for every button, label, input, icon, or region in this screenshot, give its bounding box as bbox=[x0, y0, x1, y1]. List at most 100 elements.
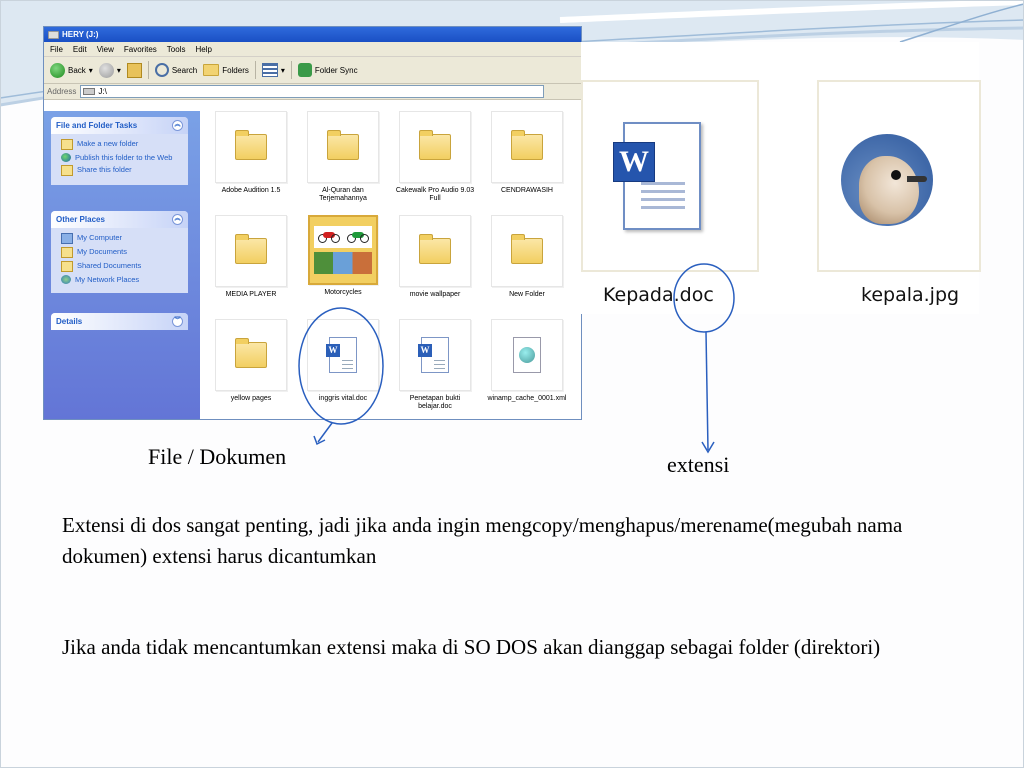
file-folder-tasks-panel: File and Folder Tasks ︽ Make a new folde… bbox=[51, 117, 188, 185]
folder-item[interactable]: Adobe Audition 1.5 bbox=[209, 111, 293, 195]
extension-label: extensi bbox=[667, 452, 730, 477]
paragraph-folder-note: Jika anda tidak mencantumkan extensi mak… bbox=[62, 635, 881, 659]
explorer-content: File and Folder Tasks ︽ Make a new folde… bbox=[44, 111, 581, 419]
file-name: yellow pages bbox=[230, 395, 272, 402]
task-publish-folder[interactable]: Publish this folder to the Web bbox=[61, 153, 182, 162]
file-name: Adobe Audition 1.5 bbox=[221, 187, 281, 194]
folder-item[interactable]: New Folder bbox=[485, 215, 569, 299]
globe-icon bbox=[61, 153, 71, 162]
folder-item[interactable]: CENDRAWASIH bbox=[485, 111, 569, 195]
menu-favorites[interactable]: Favorites bbox=[124, 45, 157, 54]
back-button[interactable]: Back ▾ bbox=[50, 62, 93, 78]
folder-icon bbox=[235, 338, 267, 368]
file-name: movie wallpaper bbox=[409, 291, 461, 298]
folder-icon bbox=[235, 130, 267, 160]
task-make-folder[interactable]: Make a new folder bbox=[61, 139, 182, 150]
search-button[interactable]: Search bbox=[154, 63, 197, 77]
menu-file[interactable]: File bbox=[50, 45, 63, 54]
dropdown-arrow-icon[interactable]: ▾ bbox=[117, 66, 121, 75]
folder-item[interactable]: Cakewalk Pro Audio 9.03 Full bbox=[393, 111, 477, 203]
expand-icon[interactable]: ︾ bbox=[172, 316, 183, 327]
file-item[interactable]: W inggris vital.doc bbox=[301, 319, 385, 403]
word-document-icon: W bbox=[418, 337, 449, 373]
shared-documents-icon bbox=[61, 261, 73, 272]
menu-tools[interactable]: Tools bbox=[167, 45, 186, 54]
up-folder-icon[interactable] bbox=[126, 62, 142, 78]
forward-arrow-icon bbox=[98, 62, 114, 78]
place-label: Shared Documents bbox=[77, 261, 142, 270]
xml-file-icon bbox=[513, 337, 541, 373]
task-share-folder[interactable]: Share this folder bbox=[61, 165, 182, 176]
folder-item[interactable]: Al-Quran dan Terjemahannya bbox=[301, 111, 385, 203]
file-item[interactable]: winamp_cache_0001.xml bbox=[485, 319, 569, 403]
folder-icon bbox=[511, 130, 543, 160]
explorer-window: HERY (J:) File Edit View Favorites Tools… bbox=[43, 26, 582, 420]
menu-help[interactable]: Help bbox=[195, 45, 211, 54]
address-input[interactable]: J:\ bbox=[80, 85, 545, 98]
file-name-kepada-doc: Kepada.doc bbox=[603, 284, 714, 306]
task-label: Publish this folder to the Web bbox=[75, 153, 173, 162]
panel-header[interactable]: File and Folder Tasks ︽ bbox=[51, 117, 188, 134]
place-my-computer[interactable]: My Computer bbox=[61, 233, 182, 244]
file-name: Penetapan bukti belajar.doc bbox=[409, 395, 461, 410]
title-bar: HERY (J:) bbox=[44, 27, 581, 42]
separator bbox=[147, 61, 149, 79]
folder-sync-icon bbox=[297, 63, 312, 77]
file-name: inggris vital.doc bbox=[318, 395, 368, 402]
folder-item[interactable]: yellow pages bbox=[209, 319, 293, 403]
word-file-thumbnail[interactable]: W bbox=[581, 80, 759, 272]
paragraph-extension-importance: Extensi di dos sangat penting, jadi jika… bbox=[62, 513, 903, 568]
drive-icon bbox=[48, 30, 59, 39]
file-name: Cakewalk Pro Audio 9.03 Full bbox=[395, 187, 475, 202]
file-name-kepala-jpg: kepala.jpg bbox=[861, 284, 960, 306]
folder-item[interactable]: movie wallpaper bbox=[393, 215, 477, 299]
computer-icon bbox=[61, 233, 73, 244]
panel-title: Other Places bbox=[56, 215, 105, 224]
other-places-panel: Other Places ︽ My Computer My Documents … bbox=[51, 211, 188, 293]
folder-sync-button[interactable]: Folder Sync bbox=[297, 63, 358, 77]
zoomed-files-panel: W Kepada.doc kepala.jpg bbox=[581, 42, 981, 314]
menu-view[interactable]: View bbox=[97, 45, 114, 54]
file-document-label: File / Dokumen bbox=[148, 444, 287, 469]
file-item[interactable]: W Penetapan bukti belajar.doc bbox=[393, 319, 477, 411]
folder-item[interactable]: Motorcycles bbox=[301, 215, 385, 297]
panel-header[interactable]: Other Places ︽ bbox=[51, 211, 188, 228]
network-icon bbox=[61, 275, 71, 284]
separator bbox=[290, 61, 292, 79]
place-shared-documents[interactable]: Shared Documents bbox=[61, 261, 182, 272]
address-label: Address bbox=[47, 87, 77, 96]
collapse-icon[interactable]: ︽ bbox=[172, 214, 183, 225]
bird-photo-icon bbox=[841, 134, 933, 226]
separator bbox=[254, 61, 256, 79]
menu-edit[interactable]: Edit bbox=[73, 45, 87, 54]
search-icon bbox=[154, 63, 169, 77]
share-folder-icon bbox=[61, 165, 73, 176]
toolbar: Back ▾ ▾ Search Folders ▾ Folder Sync bbox=[44, 57, 581, 84]
word-document-icon: W bbox=[326, 337, 357, 373]
dropdown-arrow-icon[interactable]: ▾ bbox=[89, 66, 93, 75]
file-grid: Adobe Audition 1.5 Al-Quran dan Terjemah… bbox=[209, 111, 581, 419]
panel-header[interactable]: Details ︾ bbox=[51, 313, 188, 330]
place-label: My Computer bbox=[77, 233, 123, 242]
folder-item[interactable]: MEDIA PLAYER bbox=[209, 215, 293, 299]
file-name: New Folder bbox=[509, 291, 545, 298]
file-name: Al-Quran dan Terjemahannya bbox=[319, 187, 367, 202]
image-file-thumbnail[interactable] bbox=[817, 80, 981, 272]
file-name: CENDRAWASIH bbox=[501, 187, 553, 194]
collapse-icon[interactable]: ︽ bbox=[172, 120, 183, 131]
views-icon bbox=[261, 63, 278, 77]
address-value: J:\ bbox=[98, 87, 107, 96]
file-name: winamp_cache_0001.xml bbox=[487, 395, 567, 402]
forward-button[interactable]: ▾ bbox=[98, 62, 121, 78]
panel-title: File and Folder Tasks bbox=[56, 121, 138, 130]
task-pane: File and Folder Tasks ︽ Make a new folde… bbox=[44, 111, 200, 419]
folder-icon bbox=[511, 234, 543, 264]
task-label: Make a new folder bbox=[77, 139, 139, 148]
folder-icon bbox=[327, 130, 359, 160]
dropdown-arrow-icon: ▾ bbox=[280, 65, 285, 75]
place-label: My Documents bbox=[77, 247, 128, 256]
place-my-documents[interactable]: My Documents bbox=[61, 247, 182, 258]
place-network[interactable]: My Network Places bbox=[61, 275, 182, 284]
views-button[interactable]: ▾ bbox=[261, 63, 285, 77]
folders-button[interactable]: Folders bbox=[203, 64, 249, 76]
